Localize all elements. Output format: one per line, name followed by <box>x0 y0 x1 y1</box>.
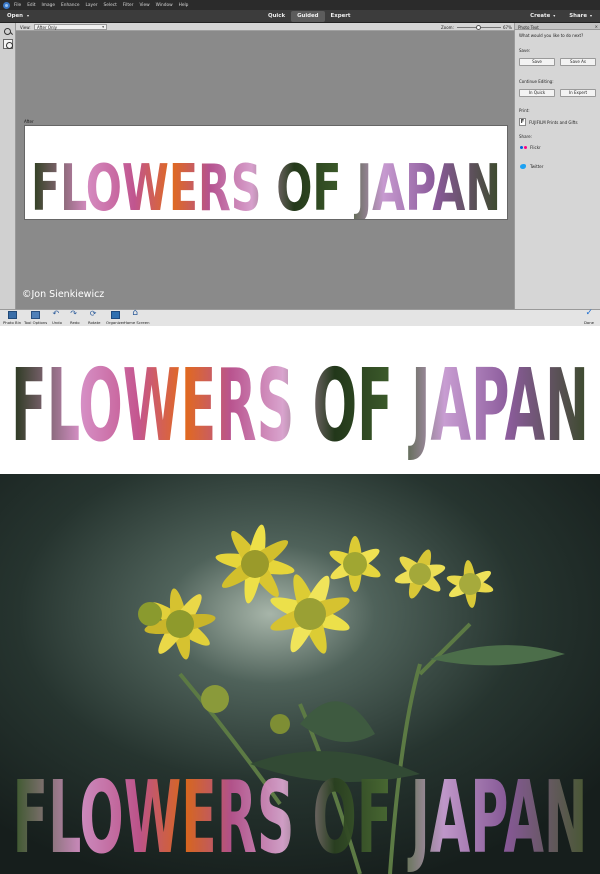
tool-options-label: Tool Options <box>24 320 48 325</box>
menu-file[interactable]: File <box>14 3 21 8</box>
result-photo-svg: FLOWERS OF JAPAN <box>0 474 600 874</box>
chevron-down-icon: ▾ <box>553 13 556 18</box>
in-quick-button[interactable]: In Quick <box>519 89 555 97</box>
print-heading: Print: <box>519 108 530 113</box>
rotate-button[interactable]: Rotate <box>88 309 101 325</box>
save-as-button[interactable]: Save As <box>560 58 596 66</box>
photo-bin-label: Photo Bin <box>3 320 22 325</box>
tool-options-button[interactable]: Tool Options <box>24 311 47 325</box>
menu-edit[interactable]: Edit <box>27 3 35 8</box>
checkmark-icon <box>585 308 594 319</box>
home-icon <box>132 308 141 319</box>
twitter-icon <box>519 163 527 170</box>
open-button[interactable]: Open ▾ <box>7 13 29 19</box>
chevron-down-icon: ▾ <box>102 25 104 29</box>
view-select-value: After Only <box>37 25 58 30</box>
print-fujifilm-item[interactable]: F FUJIFILM Prints and Gifts <box>519 118 578 126</box>
zoom-slider-handle[interactable] <box>476 24 481 30</box>
menu-image[interactable]: Image <box>42 3 55 8</box>
share-twitter-item[interactable]: Twitter <box>519 163 543 170</box>
undo-label: Undo <box>52 320 62 325</box>
view-label: View: <box>20 25 31 30</box>
share-button[interactable]: Share ▾ <box>569 13 592 19</box>
mode-tabs: Quick Guided Expert <box>262 11 356 22</box>
mode-bar-right: Create ▾ Share ▾ <box>530 13 592 19</box>
menu-filter[interactable]: Filter <box>123 3 134 8</box>
redo-icon <box>70 309 79 319</box>
create-label: Create <box>530 13 551 19</box>
organizer-label: Organizer <box>106 320 125 325</box>
rotate-icon <box>90 309 99 319</box>
menu-window[interactable]: Window <box>156 3 173 8</box>
home-screen-button[interactable]: Home Screen <box>124 308 150 325</box>
tab-quick[interactable]: Quick <box>262 11 291 22</box>
menu-help[interactable]: Help <box>179 3 189 8</box>
save-button[interactable]: Save <box>519 58 555 66</box>
organizer-button[interactable]: Organizer <box>106 311 125 325</box>
redo-label: Redo <box>70 320 80 325</box>
chevron-down-icon: ▾ <box>26 13 29 18</box>
chevron-down-icon: ▾ <box>589 13 592 18</box>
taskbar: Photo Bin Tool Options Undo Redo Rotate … <box>0 308 600 326</box>
result-text-white: FLOWERS OF JAPAN <box>11 347 589 464</box>
guided-panel: Photo Text × What would you like to do n… <box>514 23 600 309</box>
hand-tool-icon[interactable] <box>3 39 13 49</box>
rotate-label: Rotate <box>88 320 101 325</box>
in-expert-button[interactable]: In Expert <box>560 89 596 97</box>
undo-icon <box>52 309 61 319</box>
photo-text: FLOWERS OF JAPAN <box>31 152 501 219</box>
result-photo-background: FLOWERS OF JAPAN <box>0 474 600 874</box>
redo-button[interactable]: Redo <box>70 309 80 325</box>
view-select[interactable]: After Only ▾ <box>34 24 107 30</box>
close-icon[interactable]: × <box>595 24 598 29</box>
app-window: File Edit Image Enhance Layer Select Fil… <box>0 0 600 874</box>
result-white-background: FLOWERS OF JAPAN <box>0 326 600 474</box>
menu-bar: File Edit Image Enhance Layer Select Fil… <box>0 0 600 10</box>
photo-credit: ©Jon Sienkiewicz <box>22 289 105 300</box>
mode-bar: Open ▾ Quick Guided Expert Create ▾ Share ▾ <box>0 10 600 23</box>
panel-title: Photo Text × <box>515 23 600 30</box>
left-toolbar <box>0 23 16 309</box>
organizer-icon <box>110 311 120 319</box>
options-bar: View: After Only ▾ Zoom: 67% <box>16 23 514 31</box>
print-item-label: FUJIFILM Prints and Gifts <box>529 119 578 125</box>
done-label: Done <box>584 320 594 325</box>
flickr-icon <box>519 144 527 150</box>
result-text-photo: FLOWERS OF JAPAN <box>13 759 588 874</box>
menu-view[interactable]: View <box>139 3 149 8</box>
tab-expert[interactable]: Expert <box>325 11 357 22</box>
done-button[interactable]: Done <box>584 308 594 325</box>
panel-title-text: Photo Text <box>518 24 539 30</box>
zoom-label: Zoom: <box>441 25 454 30</box>
share-heading: Share: <box>519 134 532 139</box>
share-label: Share <box>569 13 587 19</box>
photo-bin-icon <box>7 311 17 319</box>
app-logo-icon <box>3 1 10 9</box>
zoom-value: 67% <box>503 25 512 30</box>
continue-editing-heading: Continue Editing: <box>519 79 554 84</box>
flickr-label: Flickr <box>530 144 541 150</box>
fujifilm-icon: F <box>519 118 526 126</box>
result-white-svg: FLOWERS OF JAPAN <box>11 347 589 464</box>
menu-enhance[interactable]: Enhance <box>61 3 80 8</box>
create-button[interactable]: Create ▾ <box>530 13 555 19</box>
menu-layer[interactable]: Layer <box>86 3 98 8</box>
panel-question: What would you like to do next? <box>519 33 584 38</box>
open-label: Open <box>7 13 23 19</box>
photo-bin-button[interactable]: Photo Bin <box>3 311 21 325</box>
photo-text-preview: FLOWERS OF JAPAN <box>31 152 501 226</box>
tool-options-icon <box>31 311 41 319</box>
zoom-tool-icon[interactable] <box>3 27 13 37</box>
image-canvas[interactable]: After FLOWERS OF JAPAN ©Jon Sienkiewicz <box>16 31 514 309</box>
after-label: After <box>24 119 34 124</box>
tab-guided[interactable]: Guided <box>291 11 325 22</box>
document-image: FLOWERS OF JAPAN <box>24 125 508 226</box>
undo-button[interactable]: Undo <box>52 309 62 325</box>
menu-select[interactable]: Select <box>104 3 117 8</box>
share-flickr-item[interactable]: Flickr <box>519 144 541 150</box>
save-heading: Save: <box>519 48 531 53</box>
home-screen-label: Home Screen <box>124 320 150 325</box>
twitter-label: Twitter <box>530 164 544 169</box>
